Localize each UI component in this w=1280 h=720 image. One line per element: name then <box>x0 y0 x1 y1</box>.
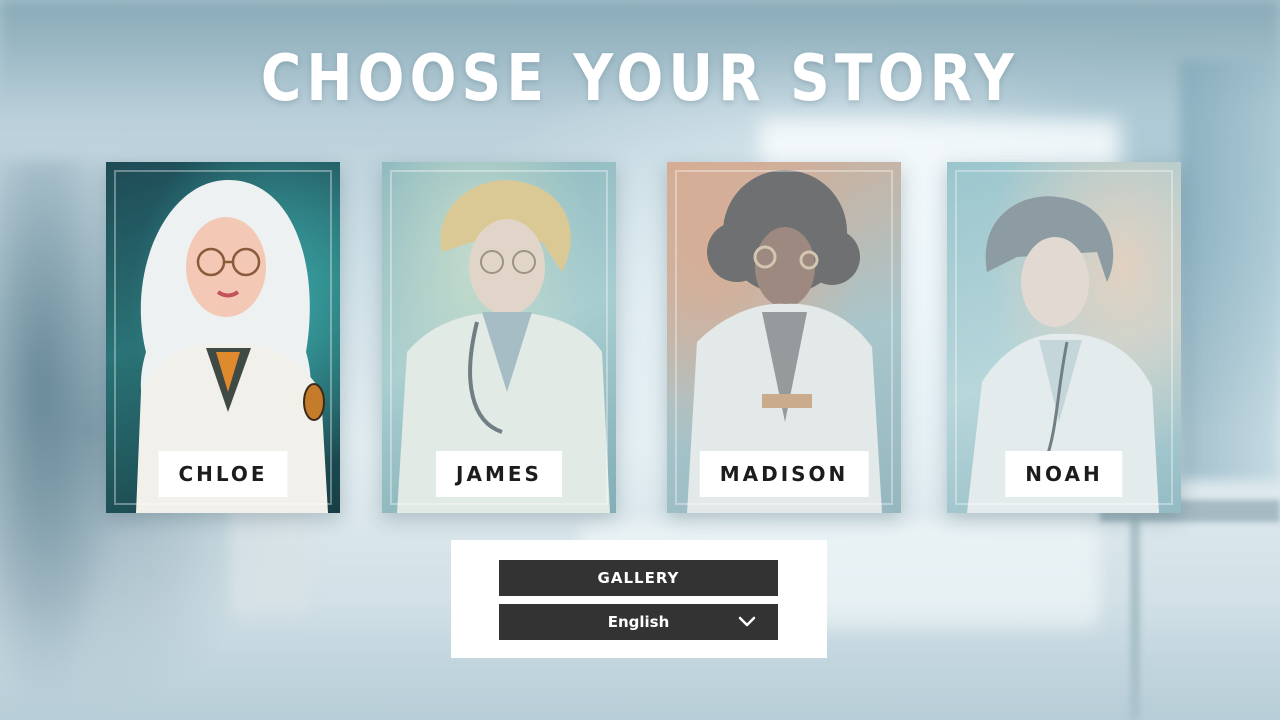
language-select-value: English <box>607 613 670 631</box>
character-card-madison[interactable]: MADISON <box>667 162 901 513</box>
background-shelf <box>1180 60 1280 480</box>
character-card-noah[interactable]: NOAH <box>947 162 1181 513</box>
character-card-chloe[interactable]: CHLOE <box>106 162 340 513</box>
gallery-button[interactable]: GALLERY <box>499 560 778 596</box>
page-title: CHOOSE YOUR STORY <box>260 42 1020 116</box>
character-name-label: NOAH <box>1005 451 1123 497</box>
character-name-label: JAMES <box>436 451 562 497</box>
character-card-james[interactable]: JAMES <box>382 162 616 513</box>
character-name-label: MADISON <box>699 451 869 497</box>
language-select[interactable]: English <box>499 604 778 640</box>
character-name-label: CHLOE <box>158 451 288 497</box>
chevron-down-icon <box>738 616 756 627</box>
menu-panel: GALLERY English <box>451 540 827 658</box>
